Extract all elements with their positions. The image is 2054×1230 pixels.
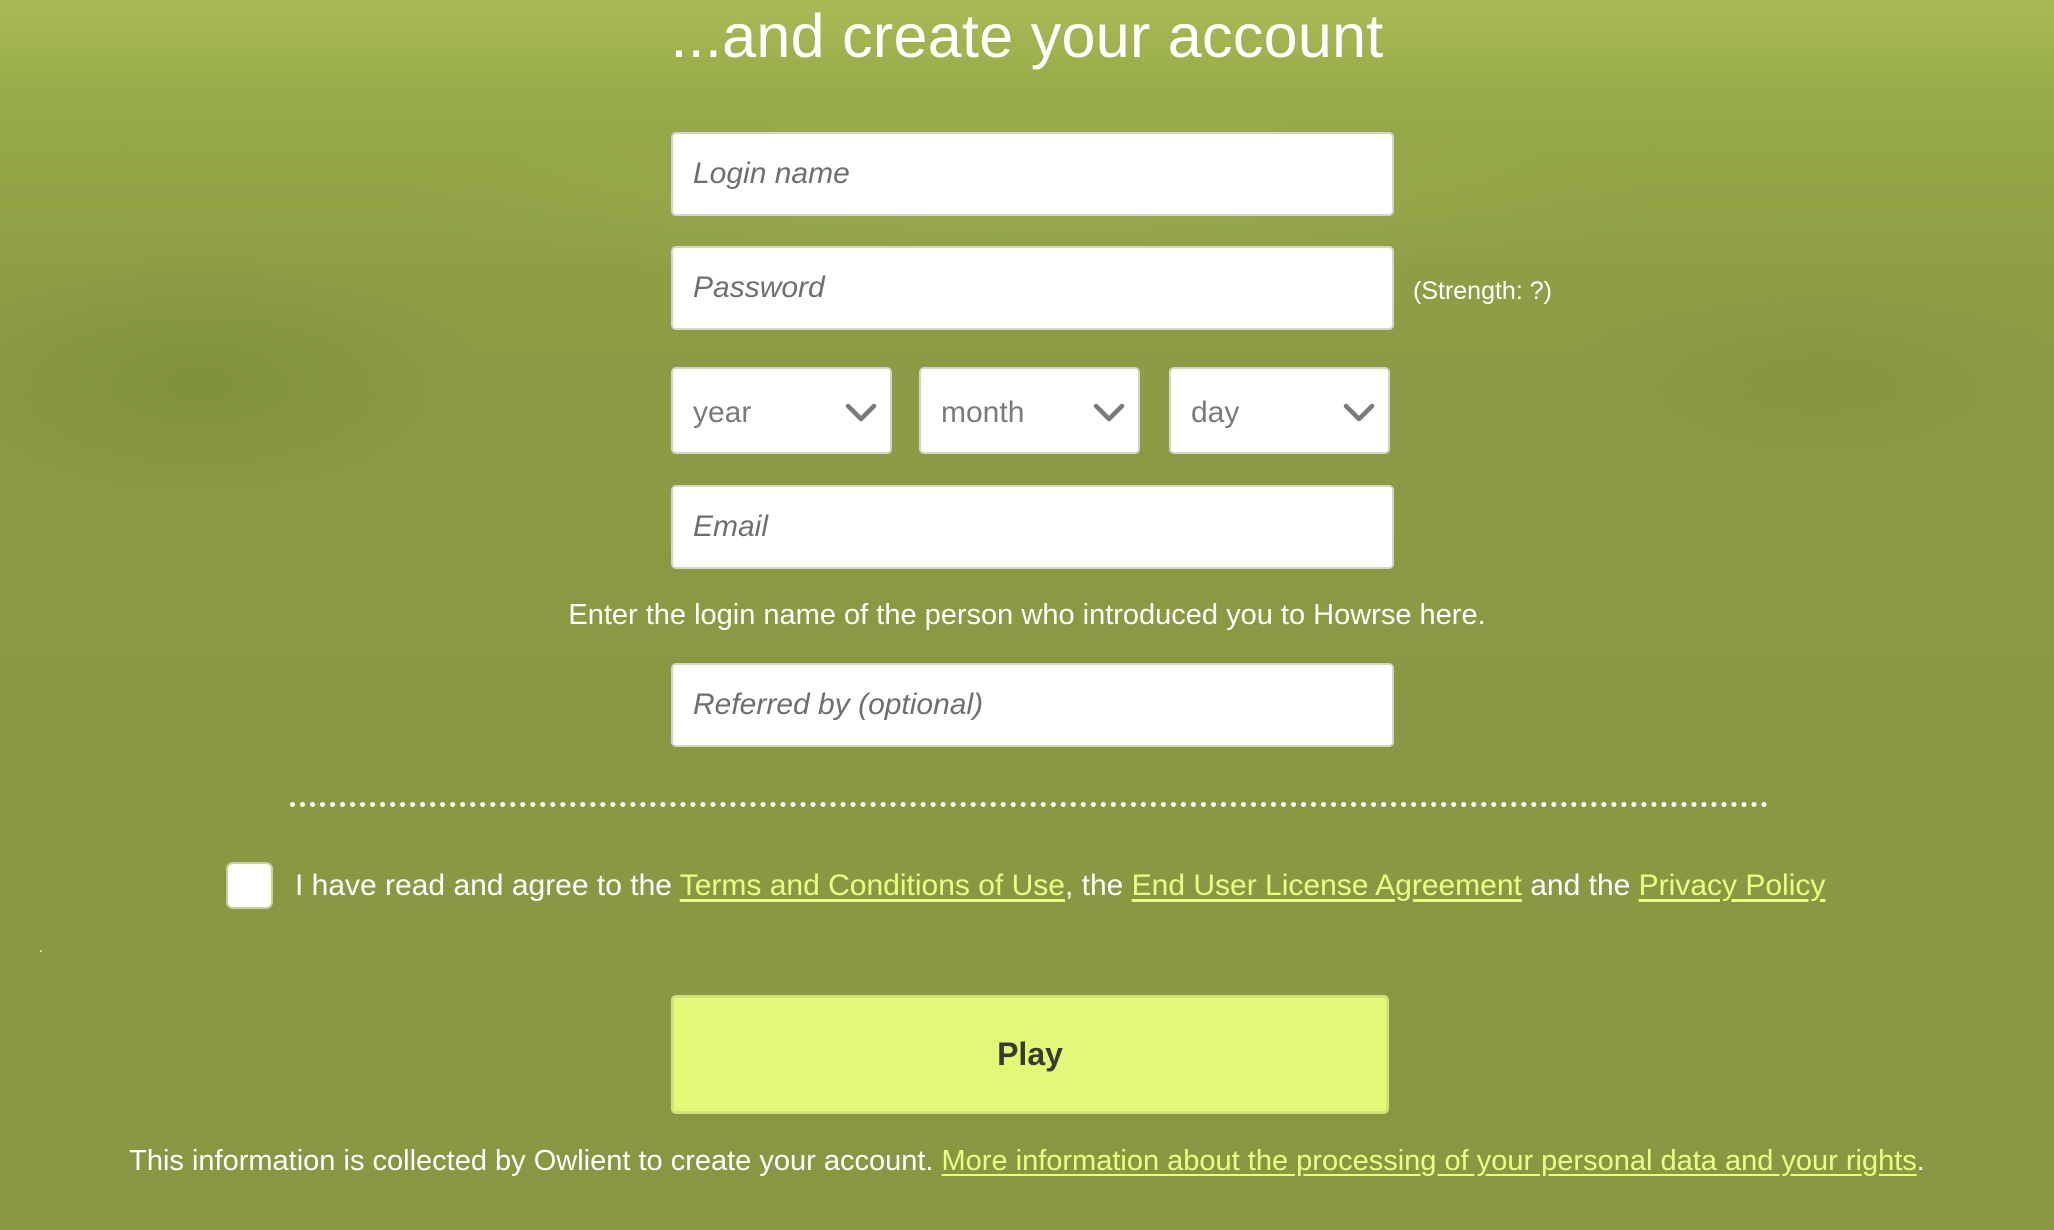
terms-checkbox[interactable] [226, 862, 273, 909]
referrer-input[interactable] [671, 663, 1394, 747]
login-name-input[interactable] [671, 132, 1394, 216]
birth-year-label: year [693, 396, 752, 429]
birth-month-label: month [941, 396, 1025, 429]
chevron-down-icon [1343, 403, 1375, 422]
eula-link[interactable]: End User License Agreement [1132, 869, 1522, 902]
birth-month-select[interactable]: month [919, 367, 1140, 454]
birth-year-select[interactable]: year [671, 367, 892, 454]
decorative-dot [40, 950, 42, 952]
footer-text: This information is collected by Owlient… [129, 1145, 942, 1177]
privacy-policy-link[interactable]: Privacy Policy [1639, 869, 1826, 902]
footer-suffix: . [1916, 1145, 1925, 1177]
chevron-down-icon [1093, 403, 1125, 422]
terms-of-use-link[interactable]: Terms and Conditions of Use [680, 869, 1065, 902]
personal-data-info-link[interactable]: More information about the processing of… [942, 1145, 1917, 1177]
terms-text: I have read and agree to the Terms and C… [295, 867, 1825, 905]
terms-separator: , the [1064, 869, 1132, 902]
referral-hint: Enter the login name of the person who i… [568, 599, 1486, 631]
terms-separator: and the [1521, 869, 1639, 902]
chevron-down-icon [845, 403, 877, 422]
terms-prefix: I have read and agree to the [295, 869, 680, 902]
dotted-divider [290, 802, 1768, 807]
password-strength-label: (Strength: ?) [1413, 277, 1552, 305]
footer-notice: This information is collected by Owlient… [0, 1142, 2054, 1180]
page-title: ...and create your account [670, 2, 1384, 70]
birth-day-label: day [1191, 396, 1240, 429]
email-input[interactable] [671, 485, 1394, 569]
birth-day-select[interactable]: day [1169, 367, 1390, 454]
play-button[interactable]: Play [671, 995, 1389, 1114]
password-input[interactable] [671, 246, 1394, 330]
